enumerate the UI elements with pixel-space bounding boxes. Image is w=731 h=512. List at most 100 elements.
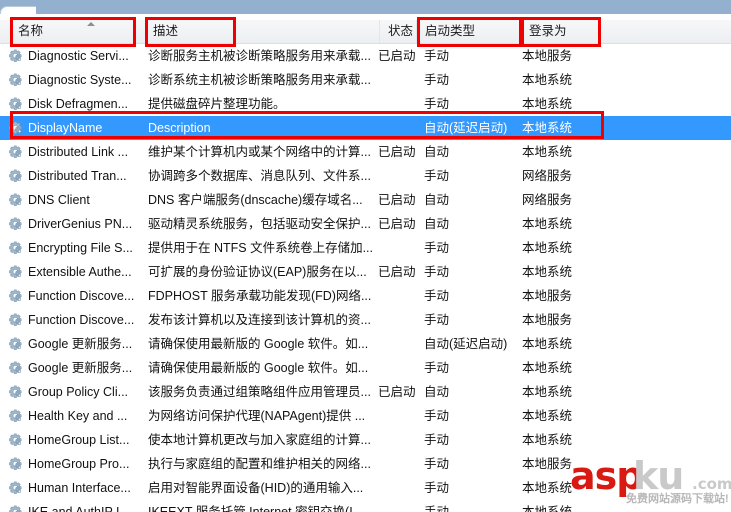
cell-service-status xyxy=(378,332,424,356)
cell-service-log-on-as: 本地系统 xyxy=(522,73,573,87)
cell-service-description: 请确保使用最新版的 Google 软件。如... xyxy=(148,361,369,375)
table-row[interactable]: Function Discove... 发布该计算机以及连接到该计算机的资... 手… xyxy=(0,308,731,332)
service-gear-icon xyxy=(9,457,23,471)
table-row[interactable]: HomeGroup List... 使本地计算机更改与加入家庭组的计算... 手动 本… xyxy=(0,428,731,452)
cell-service-name: Human Interface... xyxy=(28,481,131,495)
cell-service-startup-type: 自动 xyxy=(424,145,450,159)
cell-service-name: Health Key and ... xyxy=(28,409,128,423)
cell-service-name: Google 更新服务... xyxy=(28,361,133,375)
table-row[interactable]: Extensible Authe... 可扩展的身份验证协议(EAP)服务在以..… xyxy=(0,260,731,284)
cell-service-name: IKE and AuthIP I... xyxy=(28,505,130,512)
cell-service-status: 已启动 xyxy=(378,145,416,159)
table-row[interactable]: Health Key and ... 为网络访问保护代理(NAPAgent)提供 … xyxy=(0,404,731,428)
window-chrome-strip xyxy=(0,0,731,14)
cell-service-name: Function Discove... xyxy=(28,313,135,327)
cell-service-description: 该服务负责通过组策略组件应用管理员... xyxy=(148,385,371,399)
cell-service-description: IKEEXT 服务托管 Internet 密钥交换(I... xyxy=(148,505,364,512)
service-gear-icon xyxy=(9,361,23,375)
column-header-startup-type[interactable]: 启动类型 xyxy=(417,20,521,43)
cell-service-status xyxy=(378,236,424,260)
cell-service-description: DNS 客户端服务(dnscache)缓存域名... xyxy=(148,193,363,207)
service-gear-icon xyxy=(9,505,23,512)
cell-service-description: 提供磁盘碎片整理功能。 xyxy=(148,97,286,111)
cell-service-startup-type: 手动 xyxy=(424,457,450,471)
table-row[interactable]: IKE and AuthIP I... IKEEXT 服务托管 Internet … xyxy=(0,500,731,512)
cell-service-startup-type: 手动 xyxy=(424,409,450,423)
column-header-description[interactable]: 描述 xyxy=(145,20,380,43)
service-gear-icon xyxy=(9,49,23,63)
cell-service-status xyxy=(378,356,424,380)
service-gear-icon xyxy=(9,169,23,183)
table-row[interactable]: Disk Defragmen... 提供磁盘碎片整理功能。 手动 本地系统 xyxy=(0,92,731,116)
column-header-log-on-as[interactable]: 登录为 xyxy=(521,20,601,43)
cell-service-log-on-as: 本地系统 xyxy=(522,241,573,255)
cell-service-startup-type: 自动(延迟启动) xyxy=(424,121,508,135)
cell-service-name: Function Discove... xyxy=(28,289,135,303)
cell-service-startup-type: 手动 xyxy=(424,361,450,375)
cell-service-name: HomeGroup List... xyxy=(28,433,130,447)
table-row[interactable]: HomeGroup Pro... 执行与家庭组的配置和维护相关的网络... 手动 本地… xyxy=(0,452,731,476)
cell-service-status xyxy=(378,92,424,116)
cell-service-name: Diagnostic Servi... xyxy=(28,49,129,63)
cell-service-name: Disk Defragmen... xyxy=(28,97,129,111)
cell-service-description: 提供用于在 NTFS 文件系统卷上存储加... xyxy=(148,241,374,255)
table-row[interactable]: Google 更新服务... 请确保使用最新版的 Google 软件。如... 手动… xyxy=(0,356,731,380)
table-row[interactable]: Human Interface... 启用对智能界面设备(HID)的通用输入...… xyxy=(0,476,731,500)
services-list-body[interactable]: Diagnostic Servi... 诊断服务主机被诊断策略服务用来承载... 已… xyxy=(0,44,731,512)
cell-service-status xyxy=(378,68,424,92)
table-row[interactable]: Google 更新服务... 请确保使用最新版的 Google 软件。如... 自动… xyxy=(0,332,731,356)
column-header-status[interactable]: 状态 xyxy=(380,20,417,43)
cell-service-log-on-as: 本地系统 xyxy=(522,97,573,111)
table-row[interactable]: Encrypting File S... 提供用于在 NTFS 文件系统卷上存储加… xyxy=(0,236,731,260)
cell-service-log-on-as: 本地系统 xyxy=(522,337,573,351)
services-list-window: 名称 描述 状态 启动类型 登录为 Diagnostic Servi... 诊断服… xyxy=(0,0,731,512)
service-gear-icon xyxy=(9,217,23,231)
service-gear-icon xyxy=(9,433,23,447)
service-gear-icon xyxy=(9,289,23,303)
cell-service-startup-type: 手动 xyxy=(424,289,450,303)
cell-service-startup-type: 手动 xyxy=(424,433,450,447)
column-header-status-label: 状态 xyxy=(388,24,414,38)
sort-ascending-icon xyxy=(87,22,95,26)
cell-service-status xyxy=(378,476,424,500)
cell-service-log-on-as: 本地服务 xyxy=(522,313,573,327)
cell-service-name: Encrypting File S... xyxy=(28,241,133,255)
table-row[interactable]: DriverGenius PN... 驱动精灵系统服务，包括驱动安全保护... 已启… xyxy=(0,212,731,236)
table-row[interactable]: Group Policy Cli... 该服务负责通过组策略组件应用管理员... 已… xyxy=(0,380,731,404)
table-row[interactable]: Diagnostic Syste... 诊断系统主机被诊断策略服务用来承载... 手… xyxy=(0,68,731,92)
service-gear-icon xyxy=(9,97,23,111)
cell-service-startup-type: 手动 xyxy=(424,505,450,512)
cell-service-description: 使本地计算机更改与加入家庭组的计算... xyxy=(148,433,371,447)
table-row[interactable]: Diagnostic Servi... 诊断服务主机被诊断策略服务用来承载... 已… xyxy=(0,44,731,68)
cell-service-log-on-as: 本地系统 xyxy=(522,145,573,159)
cell-service-startup-type: 手动 xyxy=(424,73,450,87)
table-row[interactable]: Distributed Tran... 协调跨多个数据库、消息队列、文件系... 手… xyxy=(0,164,731,188)
cell-service-startup-type: 手动 xyxy=(424,97,450,111)
column-header-name[interactable]: 名称 xyxy=(10,20,136,43)
cell-service-log-on-as: 本地系统 xyxy=(522,481,573,495)
cell-service-description: 诊断服务主机被诊断策略服务用来承载... xyxy=(148,49,371,63)
cell-service-status xyxy=(378,428,424,452)
service-gear-icon xyxy=(9,385,23,399)
table-row[interactable]: DNS Client DNS 客户端服务(dnscache)缓存域名... 已启动自… xyxy=(0,188,731,212)
cell-service-description: 诊断系统主机被诊断策略服务用来承载... xyxy=(148,73,371,87)
service-gear-icon xyxy=(9,265,23,279)
cell-service-startup-type: 手动 xyxy=(424,313,450,327)
cell-service-startup-type: 手动 xyxy=(424,169,450,183)
cell-service-name: Distributed Link ... xyxy=(28,145,129,159)
cell-service-log-on-as: 网络服务 xyxy=(522,193,573,207)
service-gear-icon xyxy=(9,193,23,207)
cell-service-name: Diagnostic Syste... xyxy=(28,73,132,87)
column-header-startup-type-label: 启动类型 xyxy=(425,24,476,38)
cell-service-startup-type: 手动 xyxy=(424,49,450,63)
cell-service-startup-type: 手动 xyxy=(424,241,450,255)
cell-service-log-on-as: 本地系统 xyxy=(522,433,573,447)
cell-service-name: DNS Client xyxy=(28,193,90,207)
table-row-selected[interactable]: DisplayName Description 自动(延迟启动) 本地系统 xyxy=(0,116,731,140)
cell-service-log-on-as: 本地系统 xyxy=(522,409,573,423)
table-row[interactable]: Function Discove... FDPHOST 服务承载功能发现(FD)网… xyxy=(0,284,731,308)
table-row[interactable]: Distributed Link ... 维护某个计算机内或某个网络中的计算...… xyxy=(0,140,731,164)
cell-service-startup-type: 自动 xyxy=(424,217,450,231)
cell-service-name: DriverGenius PN... xyxy=(28,217,133,231)
service-gear-icon xyxy=(9,241,23,255)
